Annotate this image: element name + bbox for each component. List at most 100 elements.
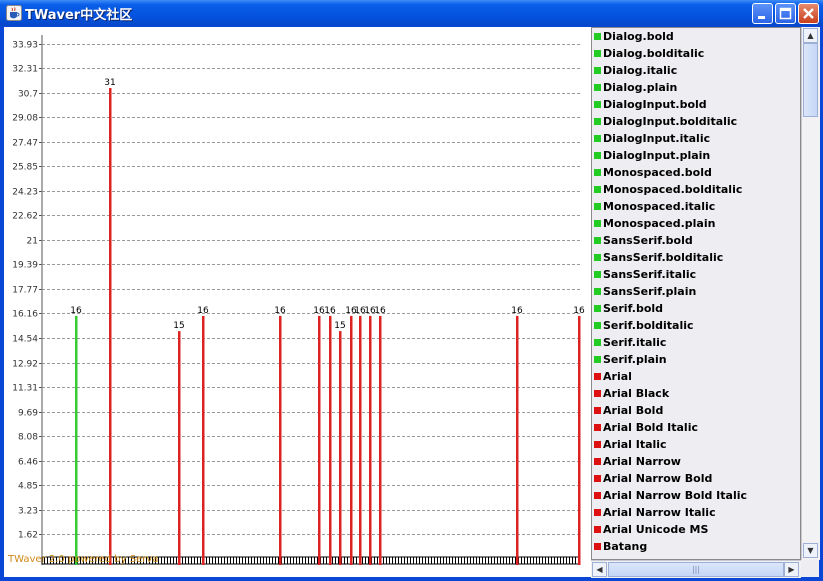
y-tick-label: 21 [27, 237, 38, 247]
legend-item[interactable]: Arial Narrow Bold Italic [594, 487, 747, 504]
legend-item[interactable]: Dialog.plain [594, 79, 677, 96]
legend-label: DialogInput.italic [603, 132, 711, 145]
legend-label: Dialog.plain [603, 81, 678, 94]
legend-item[interactable]: Serif.bolditalic [594, 317, 694, 334]
legend-swatch [594, 220, 601, 227]
legend-label: Serif.bold [603, 302, 664, 315]
arrow-left-icon: ◀ [596, 565, 603, 574]
legend-label: Arial Unicode MS [603, 523, 709, 536]
arrow-up-icon: ▲ [807, 31, 814, 40]
legend-swatch [594, 203, 601, 210]
bar-value-label: 16 [324, 306, 336, 316]
y-tick-label: 9.69 [18, 409, 38, 419]
legend-label: Serif.plain [603, 353, 667, 366]
legend-label: Batang [603, 540, 648, 553]
close-icon [803, 8, 814, 19]
legend-item[interactable]: Arial Bold [594, 402, 663, 419]
legend-item[interactable]: DialogInput.plain [594, 147, 710, 164]
legend-label: SansSerif.italic [603, 268, 697, 281]
maximize-button[interactable] [775, 3, 796, 24]
scroll-down-button[interactable]: ▼ [803, 543, 818, 558]
legend-swatch [594, 288, 601, 295]
chart-bar [178, 331, 181, 565]
legend-item[interactable]: Serif.plain [594, 351, 667, 368]
legend-item[interactable]: Arial Unicode MS [594, 521, 708, 538]
legend-swatch [594, 492, 601, 499]
bar-value-label: 15 [173, 321, 184, 331]
application-window: TWaver中文社区 1.62 3.23 4.85 6.46 8.08 9.69 11.31… [0, 0, 823, 581]
scroll-right-button[interactable]: ▶ [784, 562, 799, 577]
legend-item[interactable]: DialogInput.bolditalic [594, 113, 737, 130]
legend-item[interactable]: Dialog.italic [594, 62, 677, 79]
legend-label: DialogInput.bolditalic [603, 115, 738, 128]
legend-item[interactable]: Arial [594, 368, 632, 385]
legend-item[interactable]: DialogInput.italic [594, 130, 710, 147]
legend-item[interactable]: Serif.italic [594, 334, 666, 351]
legend-label: SansSerif.bold [603, 234, 693, 247]
legend-label: Serif.italic [603, 336, 667, 349]
legend-swatch [594, 356, 601, 363]
legend-item[interactable]: Serif.bold [594, 300, 663, 317]
scroll-thumb[interactable] [803, 43, 818, 117]
legend-swatch [594, 373, 601, 380]
legend-vertical-scrollbar[interactable]: ▲ ▼ [801, 27, 820, 560]
legend-item[interactable]: Arial Italic [594, 436, 667, 453]
legend-item[interactable]: Dialog.bolditalic [594, 45, 704, 62]
legend-swatch [594, 339, 601, 346]
legend-item[interactable]: Arial Narrow Bold [594, 470, 712, 487]
legend-swatch [594, 152, 601, 159]
legend-label: Arial Italic [603, 438, 667, 451]
chart-bar [350, 315, 353, 565]
legend-swatch [594, 390, 601, 397]
legend-swatch [594, 543, 601, 550]
legend-item[interactable]: Monospaced.bold [594, 164, 712, 181]
legend-swatch [594, 67, 601, 74]
chart-bar [379, 315, 382, 565]
legend-label: Monospaced.italic [603, 200, 716, 213]
legend-label: SansSerif.plain [603, 285, 697, 298]
horizontal-scroll-thumb[interactable]: ||| [608, 562, 784, 577]
chart-bar [318, 315, 321, 565]
legend-swatch [594, 509, 601, 516]
legend-item[interactable]: SansSerif.bolditalic [594, 249, 723, 266]
legend-item[interactable]: Monospaced.bolditalic [594, 181, 742, 198]
legend-swatch [594, 475, 601, 482]
scroll-left-button[interactable]: ◀ [592, 562, 607, 577]
legend-item[interactable]: SansSerif.plain [594, 283, 696, 300]
legend-item[interactable]: Arial Narrow Italic [594, 504, 716, 521]
y-tick-label: 24.23 [12, 188, 38, 198]
legend-list[interactable]: Dialog.bold Dialog.bolditalic Dialog.itali… [591, 27, 801, 560]
bar-value-label: 16 [274, 306, 286, 316]
chart-bar [329, 315, 332, 565]
legend-item[interactable]: SansSerif.italic [594, 266, 696, 283]
title-bar[interactable]: TWaver中文社区 [0, 0, 823, 26]
legend-swatch [594, 254, 601, 261]
legend-item[interactable]: Arial Bold Italic [594, 419, 698, 436]
bar-value-label: 16 [511, 306, 523, 316]
minimize-button[interactable] [752, 3, 773, 24]
legend-item[interactable]: Dialog.bold [594, 28, 674, 45]
legend-item[interactable]: Monospaced.italic [594, 198, 715, 215]
legend-label: Monospaced.bolditalic [603, 183, 743, 196]
legend-swatch [594, 50, 601, 57]
bar-value-label: 31 [104, 78, 115, 88]
legend-label: Arial Bold [603, 404, 664, 417]
y-tick-label: 32.31 [12, 65, 38, 75]
legend-horizontal-scrollbar[interactable]: ◀ ||| ▶ [591, 560, 801, 578]
arrow-down-icon: ▼ [807, 546, 814, 555]
y-tick-label: 12.92 [12, 360, 38, 370]
legend-label: Dialog.bolditalic [603, 47, 705, 60]
y-tick-label: 30.7 [18, 90, 38, 100]
grip-icon: ||| [691, 565, 701, 574]
scroll-corner [801, 560, 819, 577]
legend-item[interactable]: Arial Black [594, 385, 669, 402]
chart-bar [75, 315, 78, 565]
legend-item[interactable]: DialogInput.bold [594, 96, 707, 113]
legend-item[interactable]: Arial Narrow [594, 453, 681, 470]
legend-item[interactable]: Monospaced.plain [594, 215, 715, 232]
close-button[interactable] [798, 3, 819, 24]
legend-item[interactable]: SansSerif.bold [594, 232, 693, 249]
y-tick-label: 27.47 [12, 139, 38, 149]
legend-item[interactable]: Batang [594, 538, 647, 555]
scroll-up-button[interactable]: ▲ [803, 28, 818, 43]
